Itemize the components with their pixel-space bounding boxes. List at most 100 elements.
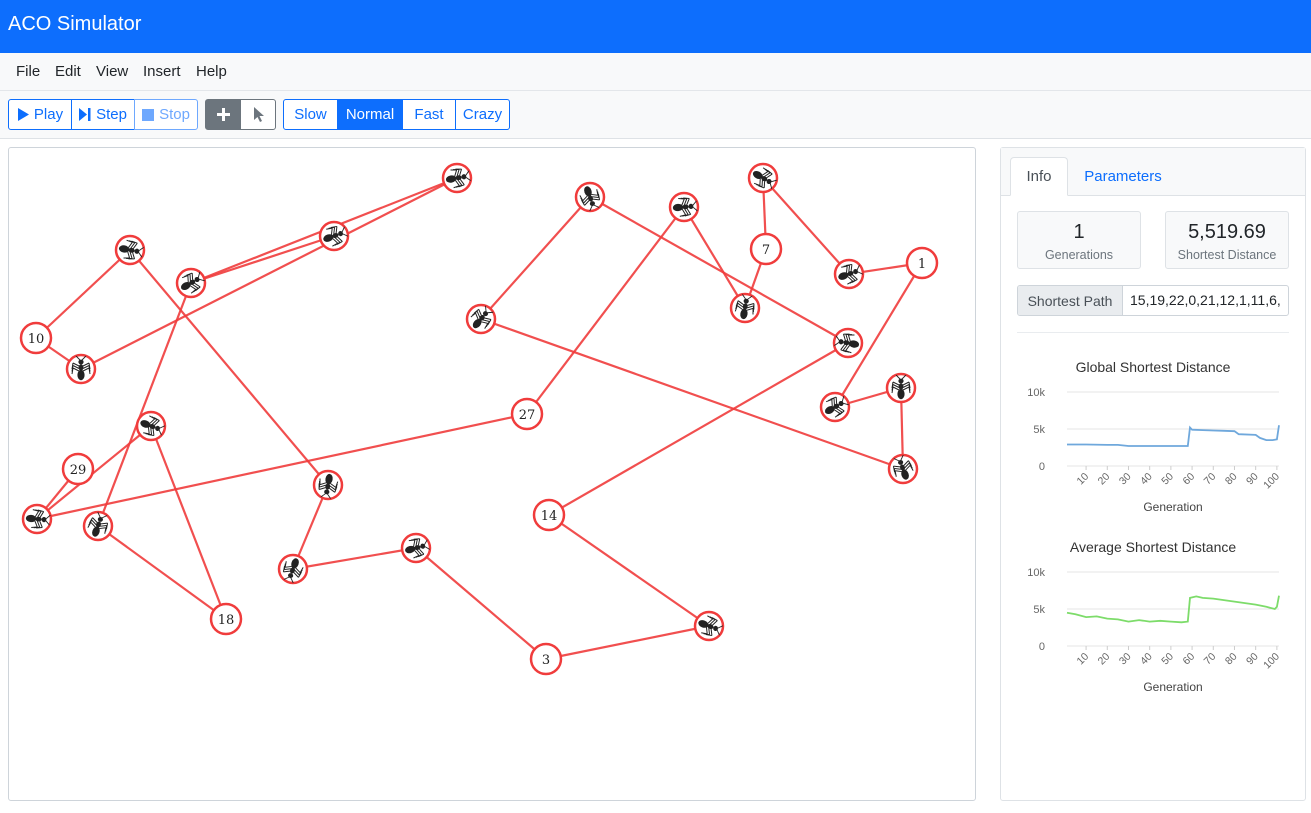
- ant-node[interactable]: [175, 267, 207, 299]
- chart-x-tick-label: 40: [1138, 651, 1155, 668]
- ant-node[interactable]: [312, 469, 344, 501]
- graph-edge: [548, 342, 849, 516]
- ant-node[interactable]: [82, 510, 114, 542]
- city-node[interactable]: 18: [209, 602, 243, 636]
- chart-title: Global Shortest Distance: [1076, 359, 1231, 375]
- city-node[interactable]: 1: [905, 246, 939, 280]
- tab-parameters[interactable]: Parameters: [1073, 157, 1173, 196]
- shortest-path-group: Shortest Path 15,19,22,0,21,12,1,11,6,: [1017, 285, 1289, 316]
- chart-x-tick-label: 100: [1261, 651, 1282, 672]
- shortest-path-value[interactable]: 15,19,22,0,21,12,1,11,6,: [1130, 292, 1285, 308]
- ant-node[interactable]: [887, 453, 919, 485]
- graph-edge: [589, 196, 849, 344]
- chart-y-tick-label: 5k: [1033, 604, 1045, 616]
- speed-slow-button[interactable]: Slow: [283, 99, 338, 130]
- ant-node[interactable]: [885, 372, 917, 404]
- city-node-label: 29: [70, 463, 87, 478]
- chart-y-tick-label: 5k: [1033, 424, 1045, 436]
- city-node-label: 3: [542, 653, 550, 668]
- city-node[interactable]: 7: [749, 232, 783, 266]
- stop-button[interactable]: Stop: [134, 99, 198, 130]
- menu-insert[interactable]: Insert: [143, 63, 181, 80]
- chart-y-tick-label: 0: [1039, 461, 1045, 473]
- tab-info[interactable]: Info: [1010, 157, 1068, 196]
- chart-x-tick-label: 60: [1180, 651, 1197, 668]
- city-node[interactable]: 27: [510, 397, 544, 431]
- city-node[interactable]: 10: [19, 321, 53, 355]
- ant-node[interactable]: [21, 503, 53, 535]
- chart-x-tick-label: 40: [1138, 471, 1155, 488]
- play-icon: [17, 108, 29, 121]
- generations-label: Generations: [1044, 248, 1114, 262]
- graph-edge: [480, 196, 591, 320]
- city-node[interactable]: 29: [61, 452, 95, 486]
- app-title: ACO Simulator: [8, 13, 142, 35]
- graph-edge: [683, 206, 746, 309]
- add-node-tool-button[interactable]: [205, 99, 241, 130]
- city-node-label: 1: [918, 257, 926, 272]
- ant-node[interactable]: [114, 234, 146, 266]
- menu-file[interactable]: File: [16, 63, 40, 80]
- ant-node[interactable]: [819, 391, 851, 423]
- menu-help[interactable]: Help: [196, 63, 227, 80]
- graph-edge: [35, 249, 131, 339]
- menu-bar: File Edit View Insert Help: [0, 53, 1311, 91]
- step-button[interactable]: Step: [71, 99, 135, 130]
- chart-x-tick-label: 30: [1117, 651, 1134, 668]
- speed-fast-label: Fast: [414, 106, 444, 123]
- plus-icon: [216, 108, 230, 121]
- menu-view[interactable]: View: [96, 63, 128, 80]
- chart-x-tick-label: 80: [1223, 471, 1240, 488]
- speed-crazy-button[interactable]: Crazy: [455, 99, 510, 130]
- ant-node[interactable]: [135, 410, 167, 442]
- city-node[interactable]: 3: [529, 642, 563, 676]
- chart-x-tick-label: 100: [1261, 471, 1282, 492]
- shortest-distance-stat: 5,519.69 Shortest Distance: [1165, 211, 1289, 269]
- ant-node[interactable]: [65, 353, 97, 385]
- ant-node[interactable]: [277, 553, 309, 585]
- graph-edge: [545, 624, 710, 661]
- city-node[interactable]: 14: [532, 498, 566, 532]
- speed-slow-label: Slow: [294, 106, 327, 123]
- chart-title: Average Shortest Distance: [1070, 539, 1236, 555]
- speed-normal-button[interactable]: Normal: [337, 99, 403, 130]
- ant-node[interactable]: [318, 220, 350, 252]
- toolbar: Play Step Stop Slow Normal Fast Crazy: [0, 91, 1311, 139]
- ant-node[interactable]: [747, 162, 779, 194]
- graph-edge: [548, 514, 710, 627]
- chart-x-axis-label: Generation: [1143, 680, 1202, 694]
- ant-node[interactable]: [441, 162, 473, 194]
- ant-node[interactable]: [574, 181, 606, 213]
- graph-edge: [415, 547, 547, 660]
- ant-node[interactable]: [833, 258, 865, 290]
- chart-x-tick-label: 10: [1074, 471, 1091, 488]
- ant-node[interactable]: [729, 292, 761, 324]
- city-node-label: 18: [218, 613, 235, 628]
- speed-fast-button[interactable]: Fast: [402, 99, 456, 130]
- select-tool-button[interactable]: [240, 99, 276, 130]
- chart-series-line: [1067, 425, 1280, 447]
- average-shortest-chart-svg: Average Shortest Distance 10k 5k 0 10 20 30 40 5…: [1027, 539, 1282, 694]
- chart-x-tick-label: 50: [1159, 471, 1176, 488]
- chart-x-tick-label: 70: [1202, 651, 1219, 668]
- chart-x-tick-label: 10: [1074, 651, 1091, 668]
- divider: [1017, 332, 1289, 333]
- play-label: Play: [33, 106, 64, 123]
- graph-edge: [36, 425, 152, 520]
- city-node-label: 10: [28, 332, 45, 347]
- cursor-icon: [253, 107, 264, 122]
- ant-node[interactable]: [832, 327, 864, 359]
- menu-edit[interactable]: Edit: [55, 63, 81, 80]
- play-button[interactable]: Play: [8, 99, 72, 130]
- shortest-distance-label: Shortest Distance: [1177, 248, 1277, 262]
- title-bar: ACO Simulator: [0, 0, 1311, 53]
- chart-x-tick-label: 90: [1244, 471, 1261, 488]
- ant-node[interactable]: [400, 532, 432, 564]
- chart-x-tick-label: 30: [1117, 471, 1134, 488]
- graph-svg[interactable]: 10 29 18 27 7 1 14 3: [9, 148, 975, 800]
- chart-y-tick-label: 10k: [1027, 387, 1045, 399]
- graph-canvas[interactable]: 10 29 18 27 7 1 14 3: [8, 147, 976, 801]
- generations-value: 1: [1073, 221, 1085, 243]
- ant-node[interactable]: [693, 610, 725, 642]
- ant-node[interactable]: [668, 191, 700, 223]
